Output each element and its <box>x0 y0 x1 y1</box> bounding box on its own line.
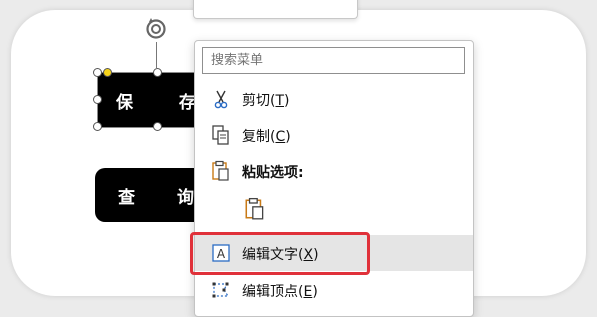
rotate-handle-icon[interactable] <box>143 14 169 44</box>
menu-item-label: 剪切 <box>242 93 270 109</box>
menu-item-paste-keep-formatting[interactable] <box>195 193 473 229</box>
resize-handle-bottom-left[interactable] <box>93 122 102 131</box>
rotate-stem <box>156 42 157 68</box>
mini-toolbar <box>193 0 358 19</box>
resize-handle-top-left[interactable] <box>93 68 102 77</box>
resize-handle-left[interactable] <box>93 95 102 104</box>
menu-item-edit-points[interactable]: 编辑顶点(E) <box>195 272 473 308</box>
menu-item-hotkey: C <box>275 129 286 145</box>
menu-item-label: 编辑顶点 <box>242 284 298 300</box>
search-menu-input[interactable] <box>202 47 465 74</box>
menu-item-copy[interactable]: 复制(C) <box>195 117 473 153</box>
copy-icon <box>212 125 229 145</box>
highlight-box <box>190 232 370 275</box>
menu-item-paste-options: 粘贴选项: <box>195 153 473 189</box>
menu-item-label: 复制 <box>242 129 270 145</box>
scissors-icon <box>214 90 228 109</box>
paste-keep-formatting-icon[interactable] <box>243 197 267 221</box>
resize-handle-top[interactable] <box>153 68 162 77</box>
menu-item-hotkey: T <box>275 93 285 109</box>
adjust-handle[interactable] <box>103 68 112 77</box>
context-menu: 剪切(T) 复制(C) 粘贴选项: A 编辑文字(X) <box>194 40 474 317</box>
menu-item-cut[interactable]: 剪切(T) <box>195 81 473 117</box>
paste-icon <box>212 160 229 181</box>
menu-item-hotkey: E <box>303 284 313 300</box>
edit-points-icon <box>212 282 230 298</box>
menu-item-label: 粘贴选项: <box>242 165 304 181</box>
resize-handle-bottom[interactable] <box>153 122 162 131</box>
